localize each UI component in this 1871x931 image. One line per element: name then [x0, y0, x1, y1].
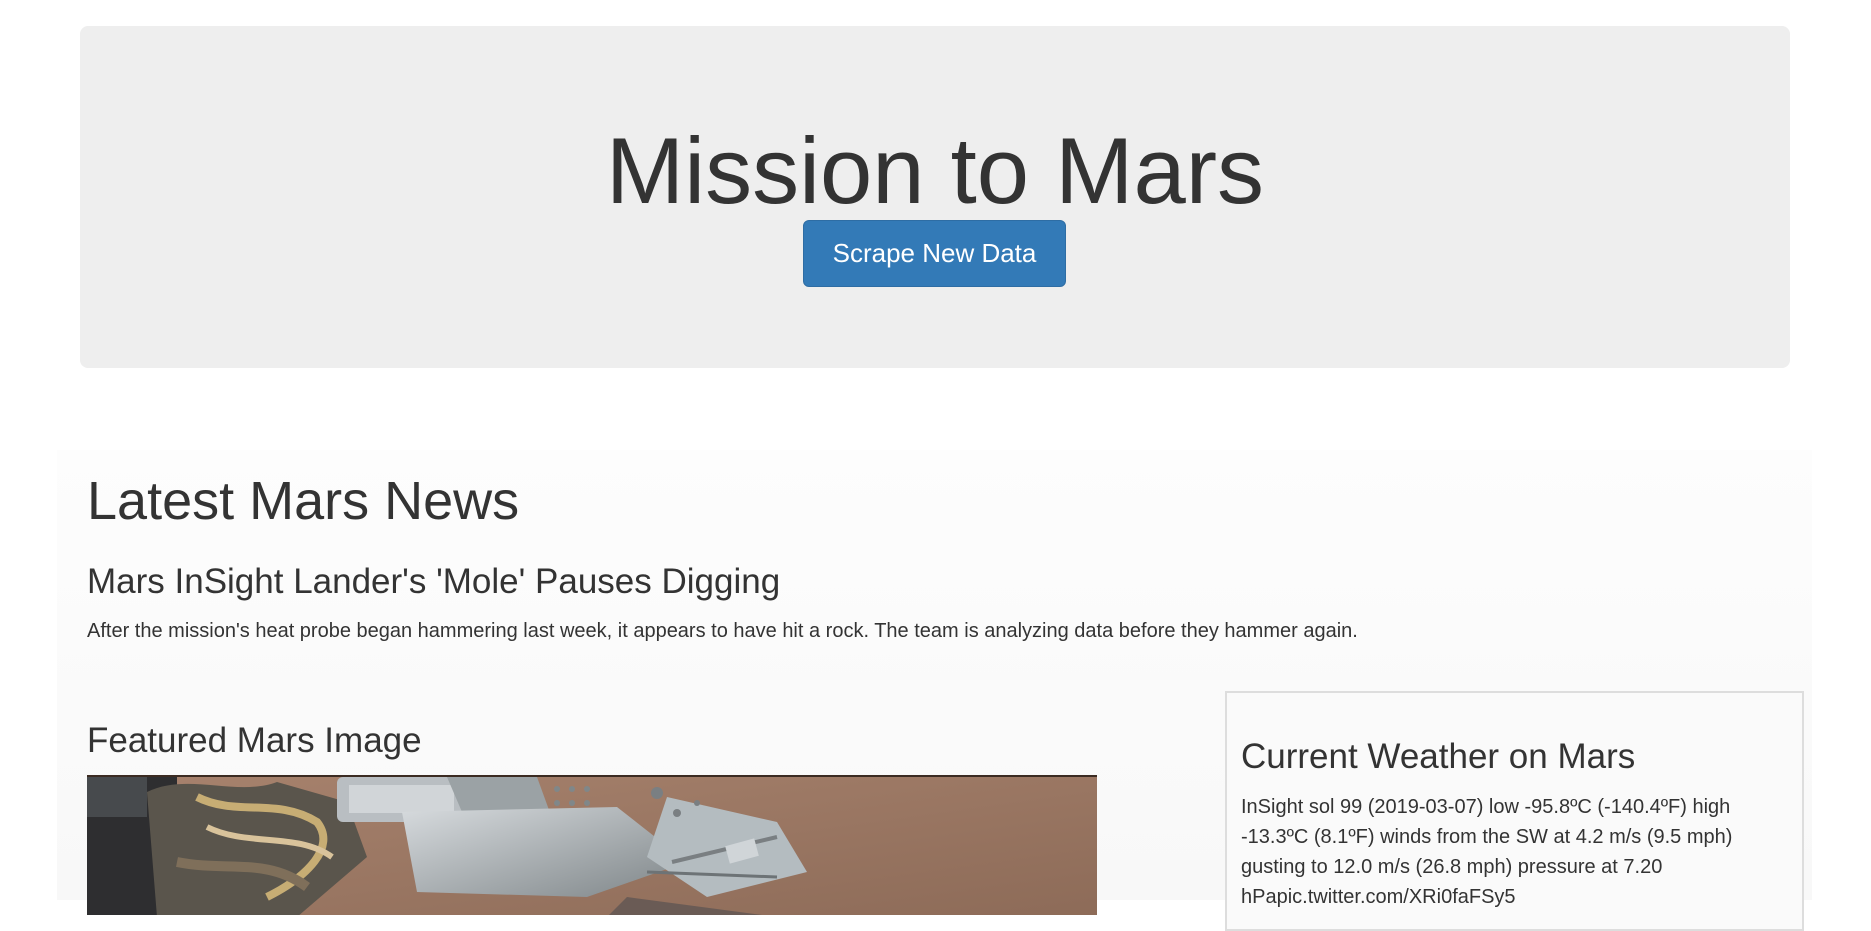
page-title: Mission to Mars	[605, 118, 1265, 223]
latest-news-heading: Latest Mars News	[87, 471, 520, 531]
featured-image	[87, 775, 1097, 915]
weather-report: InSight sol 99 (2019-03-07) low -95.8ºC …	[1241, 796, 1733, 908]
jumbotron-header: Mission to Mars Scrape New Data	[80, 26, 1790, 368]
news-paragraph: After the mission's heat probe began ham…	[87, 620, 1358, 642]
weather-heading: Current Weather on Mars	[1241, 737, 1636, 776]
news-title: Mars InSight Lander's 'Mole' Pauses Digg…	[87, 562, 781, 601]
mars-rover-photo-icon	[87, 777, 1097, 915]
featured-image-heading: Featured Mars Image	[87, 721, 422, 760]
scrape-new-data-button[interactable]: Scrape New Data	[803, 220, 1066, 287]
